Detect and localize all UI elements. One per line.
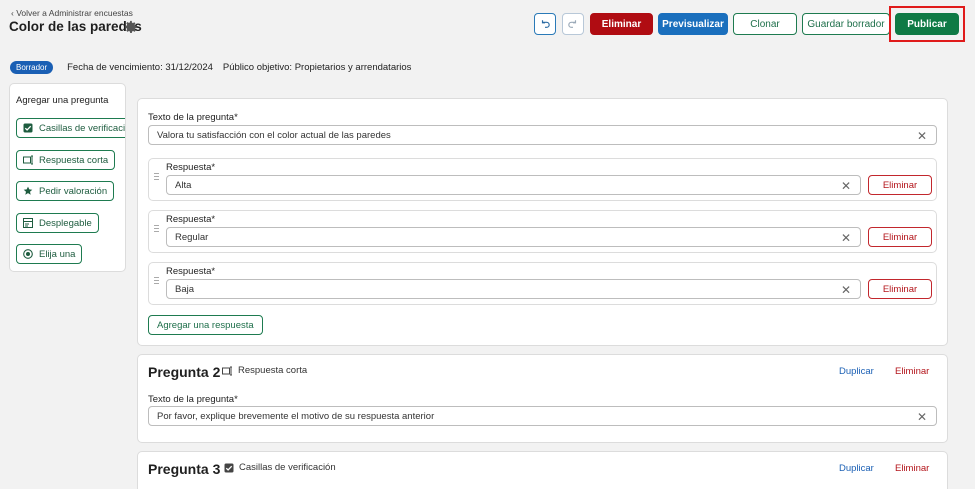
- preview-button[interactable]: Previsualizar: [658, 13, 728, 35]
- save-draft-button[interactable]: Guardar borrador: [802, 13, 890, 35]
- redo-icon: [568, 20, 577, 28]
- qtype-label: Casillas de verificación: [39, 122, 126, 134]
- delete-answer-button[interactable]: Eliminar: [868, 279, 932, 299]
- question-text-value: Por favor, explique brevemente el motivo…: [157, 410, 435, 422]
- star-icon: [23, 186, 33, 196]
- clear-icon[interactable]: ✕: [841, 231, 851, 245]
- question-heading: Pregunta 2: [148, 364, 221, 380]
- answer-row: Respuesta* Baja ✕ Eliminar: [148, 262, 937, 305]
- add-checkbox-question[interactable]: Casillas de verificación: [16, 118, 126, 138]
- delete-answer-button[interactable]: Eliminar: [868, 175, 932, 195]
- clear-icon[interactable]: ✕: [841, 179, 851, 193]
- question-2-card: Pregunta 2 Respuesta corta Duplicar Elim…: [137, 354, 948, 443]
- undo-button[interactable]: [534, 13, 556, 35]
- target-audience: Público objetivo: Propietarios y arrenda…: [222, 61, 412, 73]
- gear-icon[interactable]: [124, 20, 138, 34]
- radio-icon: [23, 249, 33, 259]
- clear-icon[interactable]: ✕: [917, 410, 927, 424]
- checkbox-icon: [224, 463, 234, 472]
- qtype-label: Desplegable: [39, 217, 92, 229]
- question-text-value: Valora tu satisfacción con el color actu…: [157, 129, 391, 141]
- answer-label: Respuesta*: [166, 162, 216, 173]
- page-title: Color de las paredes: [9, 19, 142, 34]
- answer-value: Regular: [175, 231, 209, 243]
- qtype-label: Elija una: [39, 248, 76, 260]
- top-bar: ‹ Volver a Administrar encuestas Color d…: [0, 0, 975, 52]
- qtype-label: Respuesta corta: [39, 154, 109, 166]
- delete-question-button[interactable]: Eliminar: [895, 463, 929, 474]
- question-type-label: Casillas de verificación: [239, 462, 336, 473]
- add-question-title: Agregar una pregunta: [16, 95, 109, 106]
- question-text-label: Texto de la pregunta*: [148, 394, 238, 405]
- delete-question-button[interactable]: Eliminar: [895, 366, 929, 377]
- add-single-choice-question[interactable]: Elija una: [16, 244, 83, 264]
- question-text-input[interactable]: Por favor, explique brevemente el motivo…: [148, 406, 937, 426]
- question-text-input[interactable]: Valora tu satisfacción con el color actu…: [148, 125, 937, 145]
- duplicate-button[interactable]: Duplicar: [839, 366, 874, 377]
- add-dropdown-question[interactable]: Desplegable: [16, 213, 99, 233]
- question-1-card: Texto de la pregunta* Valora tu satisfac…: [137, 98, 948, 346]
- answer-row: Respuesta* Regular ✕ Eliminar: [148, 210, 937, 253]
- answer-value: Alta: [175, 179, 192, 191]
- answer-row: Respuesta* Alta ✕ Eliminar: [148, 158, 937, 201]
- qtype-label: Pedir valoración: [39, 185, 108, 197]
- clone-button[interactable]: Clonar: [733, 13, 797, 35]
- add-rating-question[interactable]: Pedir valoración: [16, 181, 115, 201]
- question-heading: Pregunta 3: [148, 461, 221, 477]
- answer-input[interactable]: Regular ✕: [166, 227, 861, 247]
- clear-icon[interactable]: ✕: [841, 283, 851, 297]
- add-short-answer-question[interactable]: Respuesta corta: [16, 150, 116, 170]
- question-text-label: Texto de la pregunta*: [148, 112, 238, 123]
- add-question-panel: Agregar una pregunta Casillas de verific…: [9, 83, 126, 272]
- duplicate-button[interactable]: Duplicar: [839, 463, 874, 474]
- dropdown-icon: [23, 218, 33, 228]
- undo-icon: [541, 20, 550, 28]
- question-type: Casillas de verificación: [224, 462, 336, 473]
- drag-handle-icon[interactable]: [154, 173, 159, 182]
- short-answer-icon: [23, 155, 33, 165]
- delete-survey-button[interactable]: Eliminar: [590, 13, 653, 35]
- answer-value: Baja: [175, 283, 195, 295]
- answer-label: Respuesta*: [166, 214, 216, 225]
- question-type-label: Respuesta corta: [238, 365, 308, 376]
- drag-handle-icon[interactable]: [154, 277, 159, 286]
- answer-input[interactable]: Alta ✕: [166, 175, 861, 195]
- checkbox-icon: [23, 123, 33, 133]
- question-3-card: Pregunta 3 Casillas de verificación Dupl…: [137, 451, 948, 489]
- redo-button[interactable]: [562, 13, 584, 35]
- highlight-box: [889, 6, 965, 42]
- answer-label: Respuesta*: [166, 266, 216, 277]
- short-answer-icon: [222, 366, 232, 375]
- due-date: Fecha de vencimiento: 31/12/2024: [67, 61, 213, 73]
- delete-answer-button[interactable]: Eliminar: [868, 227, 932, 247]
- add-answer-button[interactable]: Agregar una respuesta: [148, 315, 263, 335]
- question-type: Respuesta corta: [222, 365, 307, 376]
- back-link[interactable]: ‹ Volver a Administrar encuestas: [11, 8, 133, 18]
- status-badge: Borrador: [10, 60, 54, 74]
- clear-icon[interactable]: ✕: [917, 129, 927, 143]
- survey-meta: Borrador Fecha de vencimiento: 31/12/202…: [10, 60, 421, 74]
- answer-input[interactable]: Baja ✕: [166, 279, 861, 299]
- drag-handle-icon[interactable]: [154, 225, 159, 234]
